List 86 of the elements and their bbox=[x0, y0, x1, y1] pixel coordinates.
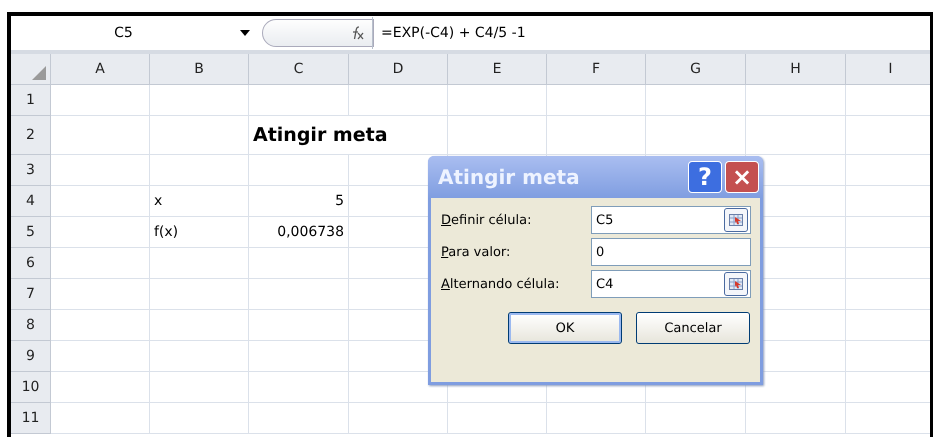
table-cell[interactable] bbox=[51, 116, 150, 155]
table-cell[interactable] bbox=[746, 116, 846, 155]
formula-field[interactable]: =EXP(-C4) + C4/5 -1 bbox=[372, 17, 930, 49]
table-cell[interactable] bbox=[746, 85, 846, 116]
resize-handle[interactable] bbox=[262, 19, 374, 47]
column-header[interactable]: B bbox=[150, 54, 249, 85]
table-cell[interactable] bbox=[448, 85, 547, 116]
table-cell[interactable] bbox=[249, 85, 349, 116]
row-header[interactable]: 7 bbox=[11, 279, 51, 310]
table-cell[interactable] bbox=[646, 116, 746, 155]
dialog-button[interactable]: Cancelar bbox=[636, 312, 750, 344]
table-cell[interactable] bbox=[150, 310, 249, 341]
table-cell[interactable] bbox=[51, 217, 150, 248]
dialog-button[interactable]: OK bbox=[508, 312, 622, 344]
table-cell[interactable] bbox=[150, 403, 249, 434]
row-header[interactable]: 10 bbox=[11, 372, 51, 403]
column-header[interactable]: A bbox=[51, 54, 150, 85]
table-cell[interactable] bbox=[51, 155, 150, 186]
table-cell[interactable] bbox=[249, 310, 349, 341]
table-cell[interactable] bbox=[150, 279, 249, 310]
table-cell[interactable] bbox=[249, 279, 349, 310]
field-label: Para valor: bbox=[441, 244, 512, 260]
table-cell[interactable] bbox=[349, 85, 448, 116]
row-header[interactable]: 9 bbox=[11, 341, 51, 372]
table-cell[interactable] bbox=[349, 403, 448, 434]
select-all-icon[interactable] bbox=[32, 66, 46, 80]
column-header[interactable]: E bbox=[448, 54, 547, 85]
dialog-title: Atingir meta bbox=[438, 165, 581, 189]
table-cell[interactable] bbox=[249, 403, 349, 434]
row-header[interactable]: 6 bbox=[11, 248, 51, 279]
name-box[interactable]: C5 bbox=[11, 25, 236, 41]
table-cell[interactable]: f(x) bbox=[150, 217, 249, 248]
column-header[interactable]: G bbox=[646, 54, 746, 85]
column-header[interactable]: I bbox=[846, 54, 930, 85]
close-button[interactable]: × bbox=[725, 161, 759, 193]
table-cell[interactable] bbox=[51, 310, 150, 341]
column-header[interactable]: D bbox=[349, 54, 448, 85]
column-header[interactable]: F bbox=[547, 54, 646, 85]
table-cell[interactable]: 0,006738 bbox=[249, 217, 349, 248]
table-cell[interactable] bbox=[249, 341, 349, 372]
range-picker-icon[interactable] bbox=[724, 208, 748, 232]
table-cell[interactable] bbox=[547, 403, 646, 434]
field-label: Alternando célula: bbox=[441, 276, 560, 292]
table-cell[interactable] bbox=[150, 85, 249, 116]
table-cell[interactable] bbox=[150, 341, 249, 372]
function-icon[interactable] bbox=[350, 25, 366, 41]
input-field[interactable]: C5 bbox=[591, 206, 751, 234]
help-button[interactable]: ? bbox=[688, 161, 722, 193]
input-field[interactable]: C4 bbox=[591, 270, 751, 298]
table-cell[interactable] bbox=[150, 248, 249, 279]
row-header[interactable]: 5 bbox=[11, 217, 51, 248]
table-cell[interactable] bbox=[646, 403, 746, 434]
table-cell[interactable] bbox=[150, 372, 249, 403]
table-cell[interactable] bbox=[51, 85, 150, 116]
dropdown-icon[interactable] bbox=[240, 30, 250, 36]
row-header[interactable]: 2 bbox=[11, 116, 51, 155]
input-field[interactable]: 0 bbox=[591, 238, 751, 266]
row-header[interactable]: 3 bbox=[11, 155, 51, 186]
table-cell[interactable] bbox=[746, 403, 846, 434]
table-cell[interactable] bbox=[51, 279, 150, 310]
field-label: Definir célula: bbox=[441, 212, 532, 228]
table-cell[interactable] bbox=[547, 116, 646, 155]
table-cell[interactable]: 5 bbox=[249, 186, 349, 217]
row-header[interactable]: 8 bbox=[11, 310, 51, 341]
column-header[interactable]: C bbox=[249, 54, 349, 85]
table-cell[interactable] bbox=[51, 186, 150, 217]
table-cell[interactable] bbox=[249, 248, 349, 279]
table-cell[interactable] bbox=[547, 85, 646, 116]
row-header[interactable]: 1 bbox=[11, 85, 51, 116]
range-picker-icon[interactable] bbox=[724, 272, 748, 296]
column-header[interactable]: H bbox=[746, 54, 846, 85]
table-cell[interactable] bbox=[51, 403, 150, 434]
table-cell[interactable] bbox=[51, 372, 150, 403]
table-cell[interactable] bbox=[249, 372, 349, 403]
row-header[interactable]: 11 bbox=[11, 403, 51, 434]
table-cell[interactable] bbox=[646, 85, 746, 116]
table-cell[interactable] bbox=[249, 155, 349, 186]
table-cell[interactable] bbox=[448, 116, 547, 155]
row-header[interactable]: 4 bbox=[11, 186, 51, 217]
table-cell[interactable] bbox=[448, 403, 547, 434]
table-cell[interactable]: Atingir meta bbox=[249, 116, 448, 155]
table-cell[interactable] bbox=[51, 248, 150, 279]
table-cell[interactable]: x bbox=[150, 186, 249, 217]
table-cell[interactable] bbox=[51, 341, 150, 372]
table-cell[interactable] bbox=[150, 155, 249, 186]
table-cell[interactable] bbox=[150, 116, 249, 155]
